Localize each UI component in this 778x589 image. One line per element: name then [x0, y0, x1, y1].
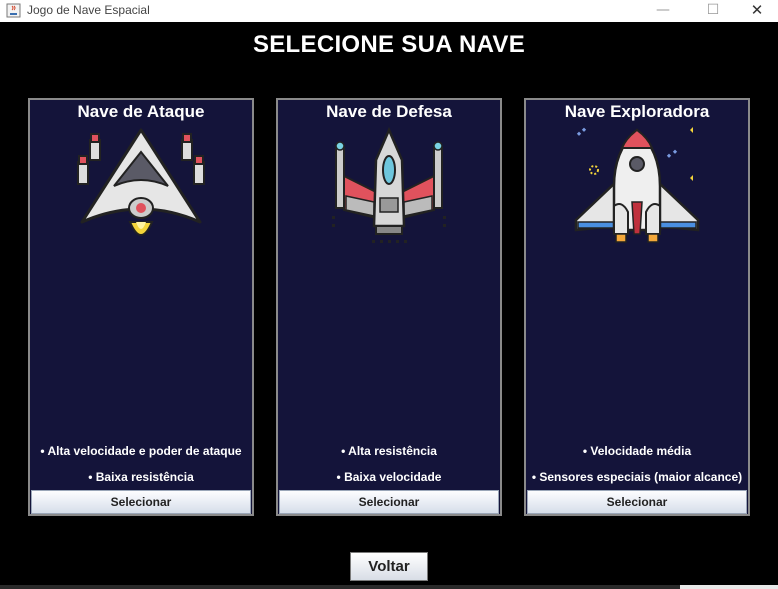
- ship-card-defense: Nave de Defesa • Alta resistência • Baix…: [276, 98, 502, 516]
- page-title: SELECIONE SUA NAVE: [252, 31, 526, 58]
- ship-name: Nave de Ataque: [77, 102, 205, 121]
- minimize-button[interactable]: —: [640, 0, 686, 22]
- ship-name: Nave de Defesa: [326, 102, 452, 121]
- back-button[interactable]: Voltar: [350, 552, 428, 581]
- window-bottom-edge-light: [680, 585, 778, 589]
- close-button[interactable]: ✕: [734, 0, 778, 22]
- window-bottom-edge: [0, 585, 680, 589]
- ship-feature: • Baixa velocidade: [336, 470, 442, 484]
- ship-feature: • Alta velocidade e poder de ataque: [40, 444, 242, 458]
- java-app-icon: [6, 3, 21, 18]
- explorer-ship-icon: [574, 127, 700, 243]
- title-bar: Jogo de Nave Espacial — ☐ ✕: [0, 0, 778, 22]
- defense-ship-icon: [332, 126, 446, 243]
- ship-card-explorer: Nave Exploradora • Velocidade média • Se…: [524, 98, 750, 516]
- ship-feature: • Sensores especiais (maior alcance): [531, 470, 743, 484]
- ship-card-attack: Nave de Ataque • Alta velocidade e poder…: [28, 98, 254, 516]
- maximize-button[interactable]: ☐: [690, 0, 736, 22]
- attack-ship-icon: [77, 128, 205, 236]
- select-attack-ship-button[interactable]: Selecionar: [31, 490, 251, 514]
- window-title: Jogo de Nave Espacial: [27, 3, 150, 17]
- ship-name: Nave Exploradora: [564, 102, 710, 121]
- select-defense-ship-button[interactable]: Selecionar: [279, 490, 499, 514]
- ship-feature: • Velocidade média: [582, 444, 692, 458]
- ship-feature: • Baixa resistência: [88, 470, 194, 484]
- select-explorer-ship-button[interactable]: Selecionar: [527, 490, 747, 514]
- ship-feature: • Alta resistência: [341, 444, 437, 458]
